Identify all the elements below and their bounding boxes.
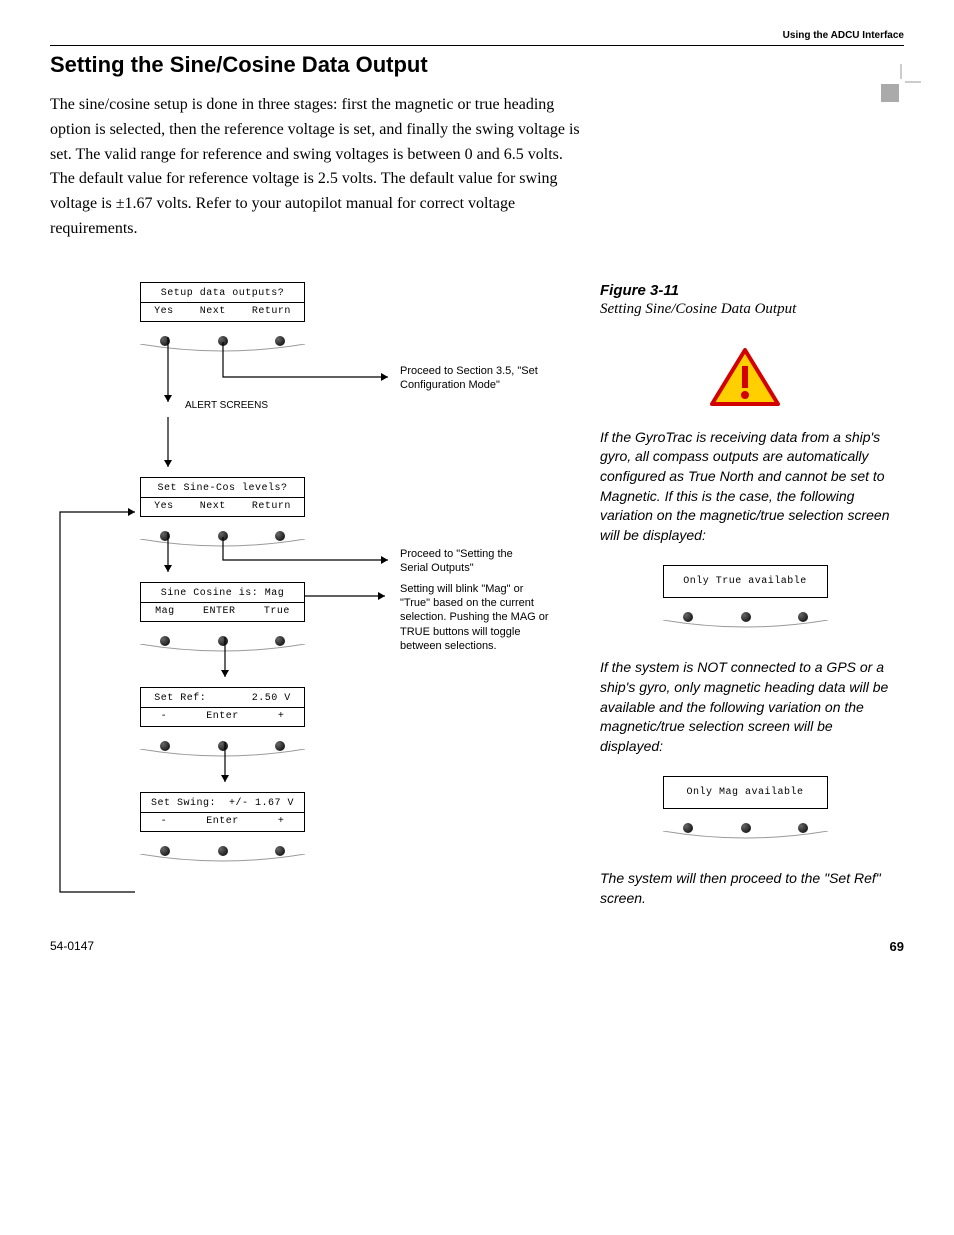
note-config-mode: Proceed to Section 3.5, "Set Configurati…	[400, 364, 540, 393]
lcd-line1: Only True available	[664, 576, 827, 587]
lcd-line1: Set Sine-Cos levels?	[141, 483, 304, 494]
lcd-btn-label: Yes	[154, 306, 174, 317]
feedback-loop-arrow	[50, 507, 140, 907]
lcd-btn-label: Next	[200, 306, 226, 317]
note-toggle: Setting will blink "Mag" or "True" based…	[400, 582, 550, 653]
arrow-down	[158, 337, 178, 412]
flowchart-diagram: Setup data outputs? Yes Next Return	[50, 282, 550, 922]
lcd-btn-label: -	[161, 816, 168, 827]
warning-icon	[710, 348, 780, 408]
lcd-only-mag: Only Mag available	[663, 776, 828, 839]
lcd-btn-label: Return	[252, 306, 291, 317]
crop-mark-icon	[881, 64, 921, 104]
page-footer: 54-0147 69	[50, 939, 904, 954]
lcd-only-true: Only True available	[663, 565, 828, 628]
lcd-button	[798, 823, 808, 833]
lcd-button	[160, 846, 170, 856]
figure-caption: Setting Sine/Cosine Data Output	[600, 301, 890, 318]
arrow-down	[158, 417, 178, 477]
lcd-button	[160, 636, 170, 646]
lcd-line1: Only Mag available	[664, 787, 827, 798]
sidebar-note-2: If the system is NOT connected to a GPS …	[600, 658, 890, 756]
lcd-btn-label: Next	[200, 501, 226, 512]
page-header: Using the ADCU Interface	[50, 30, 904, 46]
page-number: 69	[890, 939, 904, 954]
section-body: The sine/cosine setup is done in three s…	[50, 93, 590, 242]
arrow-to-toggle-note	[305, 590, 395, 602]
lcd-btn-label: Enter	[206, 711, 239, 722]
lcd-button	[160, 741, 170, 751]
arrow-down	[215, 637, 235, 687]
lcd-button	[218, 846, 228, 856]
doc-number: 54-0147	[50, 939, 94, 954]
arrow-down	[215, 742, 235, 792]
arrow-down	[158, 532, 178, 582]
sidebar-note-1: If the GyroTrac is receiving data from a…	[600, 428, 890, 546]
lcd-button	[741, 823, 751, 833]
section-title: Setting the Sine/Cosine Data Output	[50, 52, 904, 78]
figure-title: Figure 3-11	[600, 282, 890, 299]
sidebar-note-3: The system will then proceed to the "Set…	[600, 869, 890, 908]
lcd-button	[683, 612, 693, 622]
alert-screens-label: ALERT SCREENS	[185, 400, 268, 411]
note-serial: Proceed to "Setting the Serial Outputs"	[400, 547, 540, 576]
lcd-btn-label: Yes	[154, 501, 174, 512]
sidebar: Figure 3-11 Setting Sine/Cosine Data Out…	[600, 282, 890, 929]
lcd-button	[798, 612, 808, 622]
lcd-btn-label: Mag	[155, 606, 175, 617]
lcd-btn-label: ENTER	[203, 606, 236, 617]
return-connector	[275, 532, 315, 892]
arrow-to-config	[218, 337, 398, 387]
lcd-btn-label: Enter	[206, 816, 239, 827]
lcd-button	[683, 823, 693, 833]
lcd-btn-label: Return	[252, 501, 291, 512]
lcd-button	[741, 612, 751, 622]
lcd-line1: Setup data outputs?	[141, 288, 304, 299]
lcd-btn-label: -	[161, 711, 168, 722]
header-title: Using the ADCU Interface	[783, 30, 904, 41]
